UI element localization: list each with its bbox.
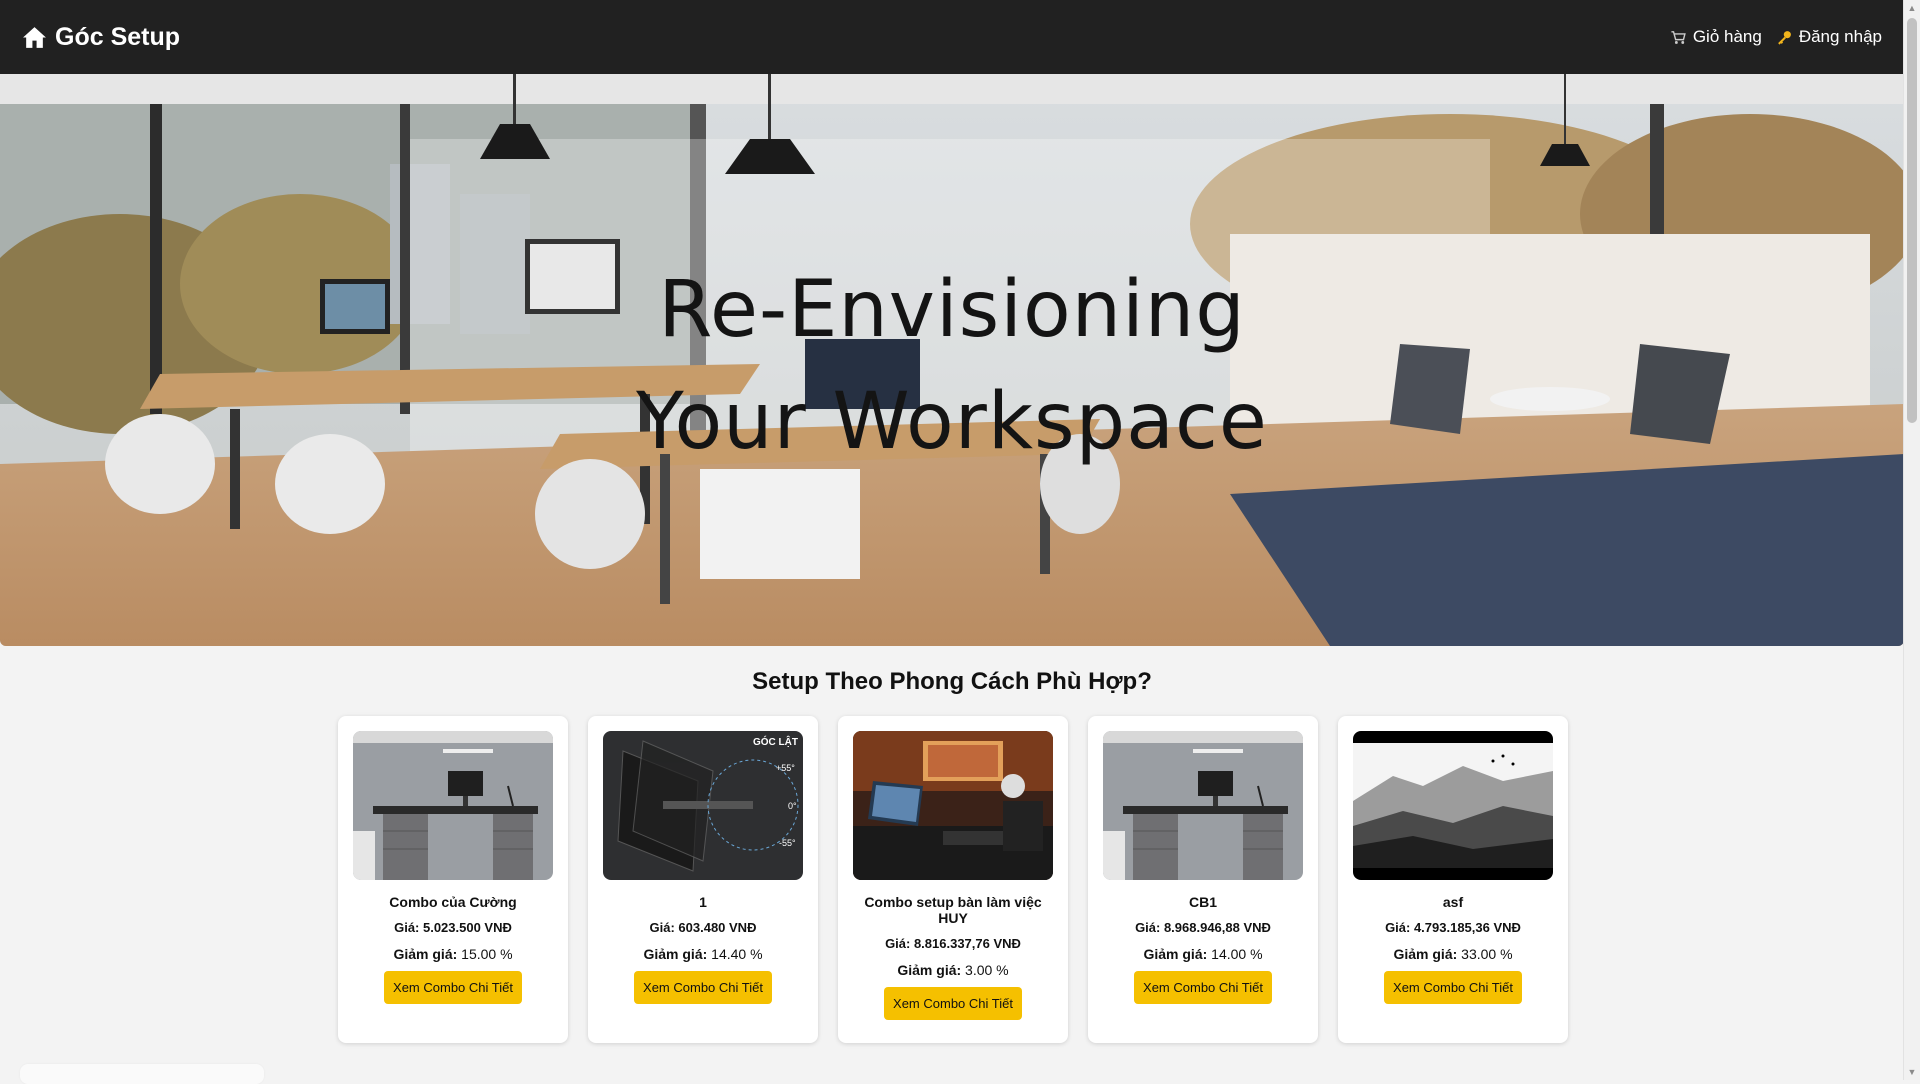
gaming-desk-thumbnail [853, 731, 1053, 880]
combo-name: asf [1442, 894, 1464, 910]
combo-name: Combo setup bàn làm việc HUY [864, 894, 1042, 926]
discount-value: 3.00 % [965, 962, 1009, 978]
combo-price: Giá: 4.793.185,36 VNĐ [1385, 920, 1521, 935]
cart-icon [1671, 30, 1686, 44]
sketch-landscape-thumbnail [1353, 731, 1553, 880]
view-combo-button[interactable]: Xem Combo Chi Tiết [634, 971, 772, 1004]
office-desk-thumbnail [353, 731, 553, 880]
combo-name: Combo của Cường [389, 894, 517, 910]
combo-discount: Giảm giá: 33.00 % [1393, 946, 1512, 962]
combo-discount: Giảm giá: 14.40 % [643, 946, 762, 962]
view-combo-button[interactable]: Xem Combo Chi Tiết [884, 987, 1022, 1020]
combo-card: GÓC LẬT +55° 0° -55° 1 Giá: 603.480 VNĐ … [588, 716, 818, 1043]
combo-list: Combo của Cường Giá: 5.023.500 VNĐ Giảm … [338, 716, 1568, 1043]
section-title: Setup Theo Phong Cách Phù Hợp? [752, 668, 1152, 695]
monitor-angle-label: GÓC LẬT [753, 735, 798, 748]
discount-value: 14.40 % [711, 946, 763, 962]
view-combo-button[interactable]: Xem Combo Chi Tiết [1134, 971, 1272, 1004]
hero-banner: Re-Envisioning Your Workspace [0, 74, 1904, 646]
combo-image[interactable] [353, 731, 553, 880]
discount-label: Giảm giá: [1143, 946, 1208, 962]
scroll-down-icon[interactable]: ▼ [1907, 1066, 1917, 1078]
combo-price: Giá: 5.023.500 VNĐ [394, 920, 512, 935]
monitor-arm-thumbnail: GÓC LẬT +55° 0° -55° [603, 731, 803, 880]
discount-value: 33.00 % [1461, 946, 1513, 962]
combo-image[interactable] [853, 731, 1053, 880]
angle-minus-label: -55° [779, 838, 796, 848]
cart-label: Giỏ hàng [1692, 27, 1762, 46]
combo-image[interactable]: GÓC LẬT +55° 0° -55° [603, 731, 803, 880]
discount-value: 15.00 % [461, 946, 513, 962]
discount-label: Giảm giá: [643, 946, 708, 962]
hero-title-line1: Re-Envisioning [658, 265, 1246, 355]
combo-price: Giá: 8.968.946,88 VNĐ [1135, 920, 1271, 935]
combo-card: Combo của Cường Giá: 5.023.500 VNĐ Giảm … [338, 716, 568, 1043]
combo-card: Combo setup bàn làm việc HUY Giá: 8.816.… [838, 716, 1068, 1043]
login-label: Đăng nhập [1798, 27, 1882, 46]
nav-actions: Giỏ hàng Đăng nhập [1670, 27, 1882, 47]
navbar: Góc Setup Giỏ hàng Đăng nhập [0, 0, 1904, 74]
combo-name: 1 [699, 894, 707, 910]
combo-card: CB1 Giá: 8.968.946,88 VNĐ Giảm giá: 14.0… [1088, 716, 1318, 1043]
brand-link[interactable]: Góc Setup [22, 23, 180, 52]
page-scrollbar[interactable]: ▲ ▼ [1903, 0, 1920, 1080]
cart-link[interactable]: Giỏ hàng [1670, 27, 1762, 47]
discount-label: Giảm giá: [393, 946, 458, 962]
brand-name: Góc Setup [55, 22, 181, 51]
home-icon [23, 26, 46, 48]
key-icon [1777, 30, 1791, 45]
hero-title: Re-Envisioning Your Workspace [0, 254, 1904, 478]
view-combo-button[interactable]: Xem Combo Chi Tiết [384, 971, 522, 1004]
combo-price: Giá: 603.480 VNĐ [649, 920, 757, 935]
view-combo-button[interactable]: Xem Combo Chi Tiết [1384, 971, 1522, 1004]
discount-value: 14.00 % [1211, 946, 1263, 962]
discount-label: Giảm giá: [1393, 946, 1458, 962]
combo-discount: Giảm giá: 14.00 % [1143, 946, 1262, 962]
scroll-up-icon[interactable]: ▲ [1907, 2, 1917, 14]
discount-label: Giảm giá: [897, 962, 962, 978]
combo-image[interactable] [1353, 731, 1553, 880]
angle-zero-label: 0° [788, 801, 797, 811]
combo-image[interactable] [1103, 731, 1303, 880]
combo-price: Giá: 8.816.337,76 VNĐ [885, 936, 1021, 951]
office-desk-thumbnail [1103, 731, 1303, 880]
combo-name: CB1 [1188, 894, 1217, 910]
scrollbar-thumb[interactable] [1907, 18, 1917, 423]
combo-card: asf Giá: 4.793.185,36 VNĐ Giảm giá: 33.0… [1338, 716, 1568, 1043]
angle-plus-label: +55° [776, 763, 795, 773]
combo-discount: Giảm giá: 15.00 % [393, 946, 512, 962]
hero-title-line2: Your Workspace [636, 377, 1268, 467]
combo-discount: Giảm giá: 3.00 % [897, 962, 1008, 978]
next-section-card [20, 1064, 264, 1084]
login-link[interactable]: Đăng nhập [1776, 27, 1882, 47]
